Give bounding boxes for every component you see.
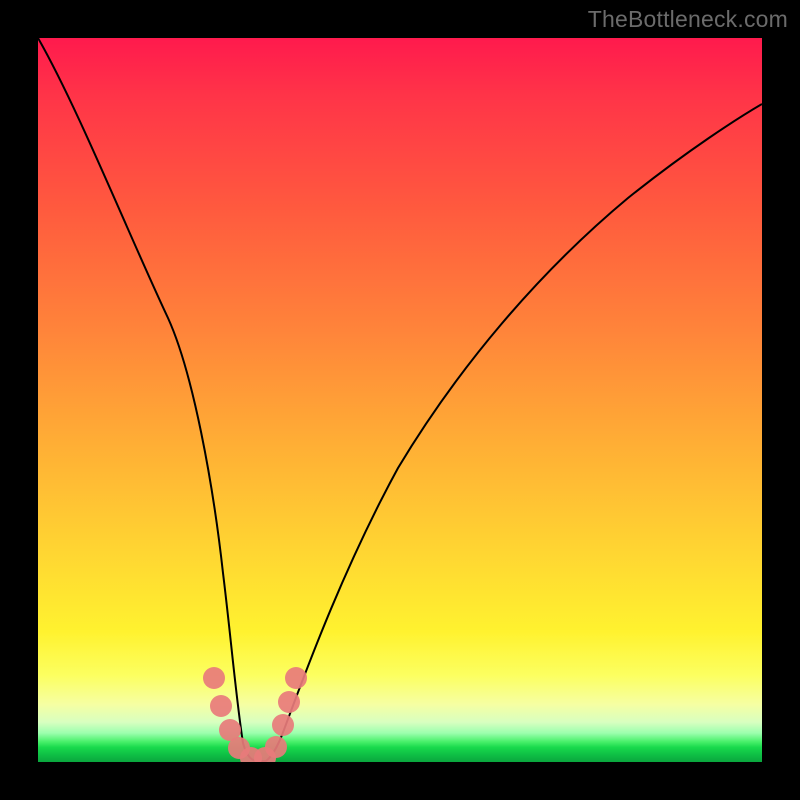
watermark-text: TheBottleneck.com — [588, 6, 788, 33]
curve-markers — [203, 667, 307, 762]
bottleneck-curve — [38, 38, 762, 762]
chart-frame: TheBottleneck.com — [0, 0, 800, 800]
plot-area — [38, 38, 762, 762]
